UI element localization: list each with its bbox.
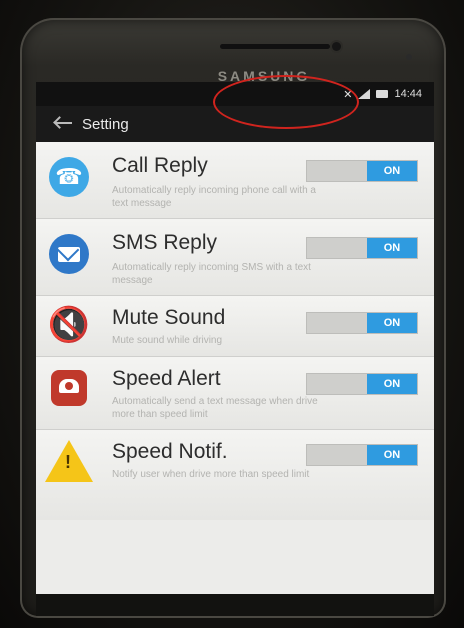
toggle-on-label: ON xyxy=(367,445,417,465)
mute-sound-toggle[interactable]: ON xyxy=(306,312,418,334)
toggle-on-label: ON xyxy=(367,313,417,333)
phone-icon: ☎ xyxy=(49,157,89,197)
bottom-bezel xyxy=(36,594,434,616)
setting-description: Notify user when drive more than speed l… xyxy=(112,469,310,480)
setting-title: Speed Alert xyxy=(112,367,221,390)
earpiece-speaker xyxy=(220,44,330,49)
status-bar-annotation-circle xyxy=(213,75,359,129)
settings-list: ☎ Call Reply Automatically reply incomin… xyxy=(36,142,434,520)
sms-reply-toggle[interactable]: ON xyxy=(306,237,418,259)
toggle-on-label: ON xyxy=(367,238,417,258)
setting-title: Speed Notif. xyxy=(112,440,228,463)
settings-item-speed-notif[interactable]: ! Speed Notif. Notify user when drive mo… xyxy=(36,430,434,520)
back-arrow-icon[interactable] xyxy=(50,106,80,142)
envelope-icon xyxy=(49,234,89,274)
envelope-shape xyxy=(58,246,80,262)
settings-item-call-reply[interactable]: ☎ Call Reply Automatically reply incomin… xyxy=(36,142,434,219)
status-time: 14:44 xyxy=(394,88,422,100)
setting-description: Automatically send a text message when d… xyxy=(112,396,318,420)
signal-icon xyxy=(358,89,371,99)
page-title: Setting xyxy=(82,115,129,133)
warning-icon-wrapper: ! xyxy=(45,438,93,484)
warning-icon: ! xyxy=(45,440,93,482)
mute-icon: 🔇 xyxy=(47,306,91,344)
setting-title: SMS Reply xyxy=(112,231,218,254)
setting-description: Mute sound while driving xyxy=(112,335,223,346)
battery-icon xyxy=(376,90,389,98)
speed-notif-toggle[interactable]: ON xyxy=(306,444,418,466)
phone-screen: ✕ 14:44 Setting ☎ Call Reply Automatical… xyxy=(36,82,434,594)
toggle-on-label: ON xyxy=(367,374,417,394)
speed-alert-toggle[interactable]: ON xyxy=(306,373,418,395)
setting-title: Mute Sound xyxy=(112,306,226,329)
setting-title: Call Reply xyxy=(112,154,208,177)
setting-description: Automatically reply incoming SMS with a … xyxy=(112,262,311,286)
setting-description: Automatically reply incoming phone call … xyxy=(112,185,316,209)
call-reply-toggle[interactable]: ON xyxy=(306,160,418,182)
alarm-icon-wrapper xyxy=(46,365,92,411)
mute-icon-wrapper: 🔇 xyxy=(46,302,92,348)
exclamation-icon: ! xyxy=(65,452,71,472)
proximity-sensor xyxy=(406,54,412,60)
settings-item-speed-alert[interactable]: Speed Alert Automatically send a text me… xyxy=(36,357,434,430)
settings-item-sms-reply[interactable]: SMS Reply Automatically reply incoming S… xyxy=(36,219,434,296)
sms-icon-wrapper xyxy=(46,231,92,277)
call-icon-wrapper: ☎ xyxy=(46,154,92,200)
front-camera xyxy=(332,42,341,51)
settings-item-mute-sound[interactable]: 🔇 Mute Sound Mute sound while driving ON xyxy=(36,296,434,357)
alarm-icon xyxy=(51,370,87,406)
toggle-on-label: ON xyxy=(367,161,417,181)
